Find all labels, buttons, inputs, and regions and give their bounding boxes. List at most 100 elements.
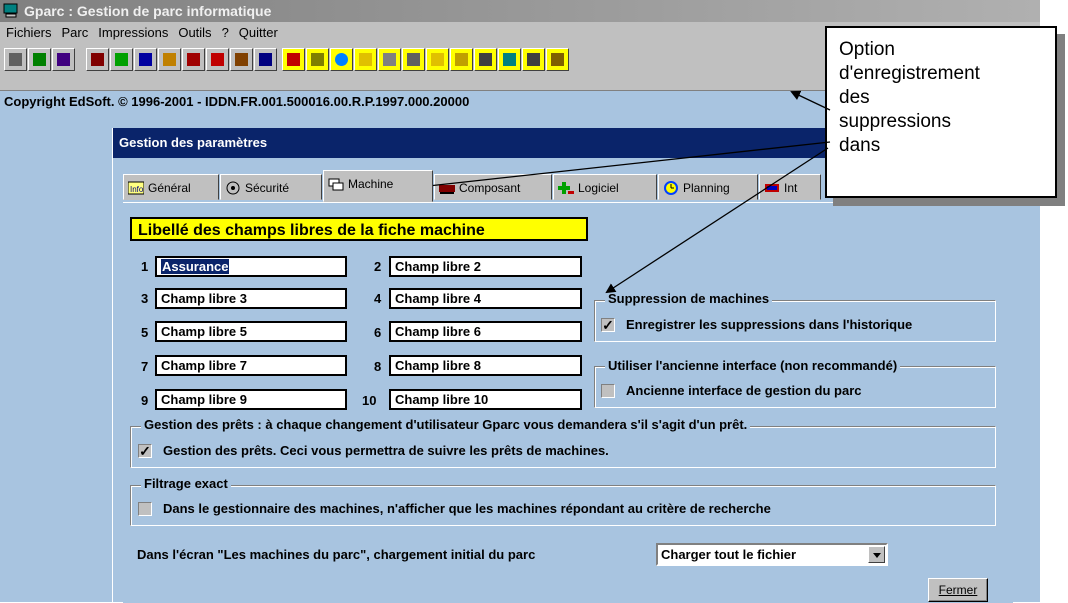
tab-label: Planning [683, 181, 730, 195]
window-title: Gparc : Gestion de parc informatique [24, 3, 272, 19]
tab-general[interactable]: Info Général [123, 174, 219, 200]
field-number: 3 [141, 291, 149, 306]
binoculars-icon[interactable] [522, 48, 545, 71]
callout-line: dans [839, 135, 881, 156]
tab-label: Logiciel [578, 181, 619, 195]
suppression-checkbox[interactable]: ✓ [601, 318, 615, 332]
section-banner: Libellé des champs libres de la fiche ma… [130, 217, 588, 241]
prets-checkbox[interactable]: ✓ [138, 444, 152, 458]
network-icon[interactable] [134, 48, 157, 71]
building-icon[interactable] [230, 48, 253, 71]
close-button-label: Fermer [938, 583, 978, 597]
field-number: 7 [141, 359, 149, 374]
field-number: 5 [141, 325, 149, 340]
checkbox-label: Gestion des prêts. Ceci vous permettra d… [163, 443, 609, 458]
group-title: Suppression de machines [605, 291, 773, 306]
callout-line: suppressions [839, 111, 951, 132]
filtrage-checkbox[interactable] [138, 502, 152, 516]
interface-checkbox[interactable] [601, 384, 615, 398]
tree-icon[interactable] [28, 48, 51, 71]
window-icon[interactable] [254, 48, 277, 71]
memory-icon[interactable] [86, 48, 109, 71]
tab-logiciel[interactable]: Logiciel [553, 174, 657, 200]
clock-icon [664, 181, 678, 195]
folder-open-icon[interactable] [354, 48, 377, 71]
add-software-icon[interactable] [110, 48, 133, 71]
field-input-8[interactable]: Champ libre 8 [389, 355, 582, 376]
calculator-icon[interactable] [498, 48, 521, 71]
field-input-5[interactable]: Champ libre 5 [155, 321, 347, 342]
group-title: Gestion des prêts : à chaque changement … [141, 417, 751, 432]
tab-label: Machine [348, 177, 394, 191]
machine-icon [328, 178, 344, 191]
tab-strip: Info Général Sécurité Machine Composant … [123, 168, 943, 204]
info-icon: Info [128, 181, 144, 195]
field-input-2[interactable]: Champ libre 2 [389, 256, 582, 277]
field-number: 9 [141, 393, 149, 408]
menu-impressions[interactable]: Impressions [93, 22, 173, 44]
title-bar: Gparc : Gestion de parc informatique [0, 0, 1040, 22]
field-input-4[interactable]: Champ libre 4 [389, 288, 582, 309]
app-icon [3, 3, 18, 18]
tab-composant[interactable]: Composant [434, 174, 552, 200]
callout-line: d'enregistrement [839, 63, 980, 84]
checkbox-label: Enregistrer les suppressions dans l'hist… [626, 317, 913, 332]
software-icon [558, 182, 574, 194]
intervention-icon[interactable] [282, 48, 305, 71]
copyright-text: Copyright EdSoft. © 1996-2001 - IDDN.FR.… [4, 94, 470, 109]
grid-icon[interactable] [306, 48, 329, 71]
menu-quitter[interactable]: Quitter [234, 22, 283, 44]
computer-icon[interactable] [4, 48, 27, 71]
users-icon[interactable] [206, 48, 229, 71]
field-number: 4 [374, 291, 382, 306]
tab-securite[interactable]: Sécurité [220, 174, 322, 200]
transfer-icon[interactable] [182, 48, 205, 71]
field-number: 6 [374, 325, 382, 340]
callout-line: des [839, 87, 870, 108]
tab-label: Composant [459, 181, 521, 195]
menu-fichiers[interactable]: Fichiers [0, 22, 57, 44]
tab-planning[interactable]: Planning [658, 174, 758, 200]
field-number: 8 [374, 359, 382, 374]
tab-label: Général [148, 181, 191, 195]
field-value: Assurance [161, 259, 230, 274]
tab-machine[interactable]: Machine [323, 170, 433, 202]
user-icon[interactable] [52, 48, 75, 71]
checkbox-label: Ancienne interface de gestion du parc [626, 383, 862, 398]
field-input-6[interactable]: Champ libre 6 [389, 321, 582, 342]
pen-icon[interactable] [474, 48, 497, 71]
link-icon[interactable] [402, 48, 425, 71]
box-icon[interactable] [450, 48, 473, 71]
field-input-10[interactable]: Champ libre 10 [389, 389, 582, 410]
lock-icon [226, 181, 240, 195]
group-title: Filtrage exact [141, 476, 231, 491]
menu-parc[interactable]: Parc [57, 22, 94, 44]
callout-line: Option [839, 39, 895, 60]
menu-outils[interactable]: Outils [173, 22, 216, 44]
close-button[interactable]: Fermer [928, 578, 988, 602]
field-input-1[interactable]: Assurance [155, 256, 347, 277]
group-title: Utiliser l'ancienne interface (non recom… [605, 358, 901, 373]
chargement-label: Dans l'écran "Les machines du parc", cha… [137, 547, 536, 562]
interface-icon [765, 184, 779, 192]
chevron-down-icon[interactable] [868, 546, 885, 563]
tab-intervention[interactable]: Int [759, 174, 821, 200]
folder-icon[interactable] [426, 48, 449, 71]
chargement-select[interactable]: Charger tout le fichier [656, 543, 888, 566]
field-number: 2 [374, 259, 382, 274]
checkbox-label: Dans le gestionnaire des machines, n'aff… [163, 501, 771, 516]
person-icon[interactable] [158, 48, 181, 71]
field-input-7[interactable]: Champ libre 7 [155, 355, 347, 376]
select-value: Charger tout le fichier [661, 547, 797, 562]
edit-icon[interactable] [378, 48, 401, 71]
clock-icon[interactable] [330, 48, 353, 71]
field-input-3[interactable]: Champ libre 3 [155, 288, 347, 309]
menu-help[interactable]: ? [217, 22, 234, 44]
field-input-9[interactable]: Champ libre 9 [155, 389, 347, 410]
svg-text:Info: Info [130, 185, 144, 194]
callout-annotation: Option d'enregistrement des suppressions… [825, 26, 1057, 198]
field-number: 1 [141, 259, 149, 274]
component-icon [439, 185, 455, 194]
help-icon[interactable] [546, 48, 569, 71]
tab-label: Sécurité [245, 181, 290, 195]
